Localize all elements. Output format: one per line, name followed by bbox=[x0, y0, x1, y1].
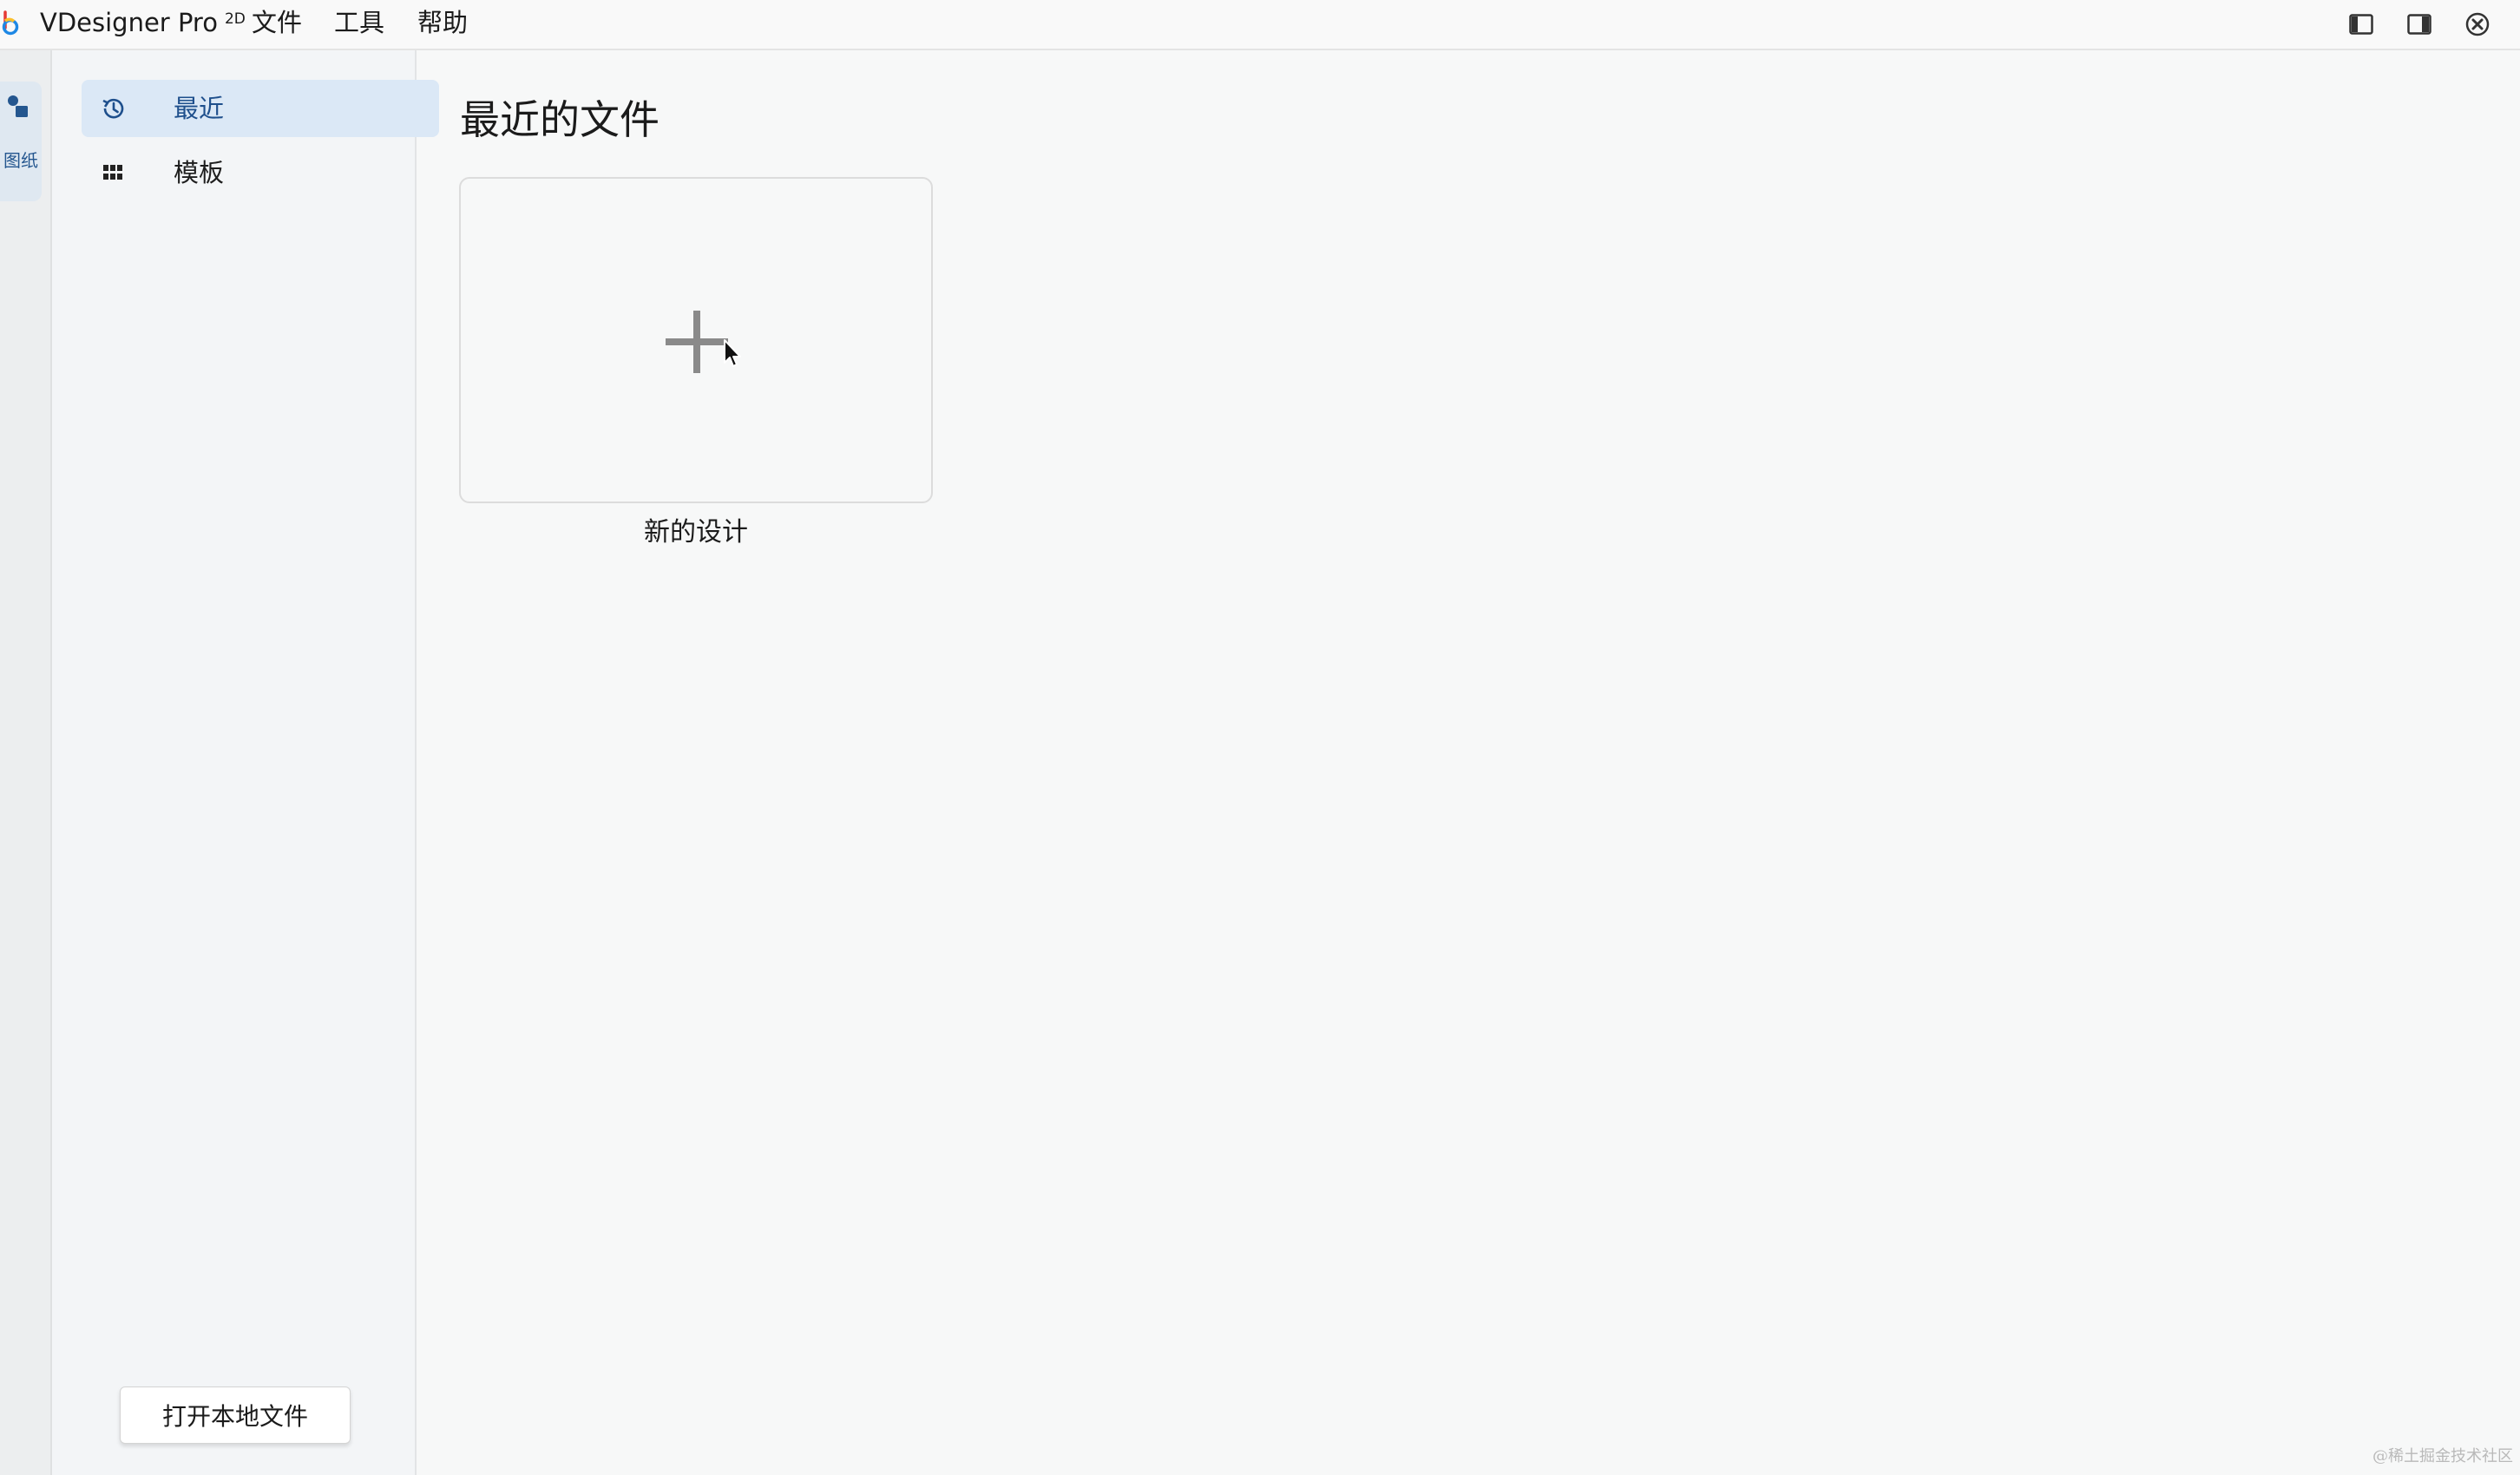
app-name: VDesigner Pro 2D bbox=[40, 8, 246, 37]
toggle-left-panel-icon bbox=[2349, 14, 2373, 35]
plus-icon bbox=[666, 311, 728, 373]
new-design-label: 新的设计 bbox=[644, 517, 748, 547]
toggle-right-panel-button[interactable] bbox=[2403, 8, 2436, 41]
app-edition-badge: 2D bbox=[224, 10, 246, 28]
menu-tools[interactable]: 工具 bbox=[334, 5, 384, 40]
app-logo-icon bbox=[2, 10, 19, 36]
page-title: 最近的文件 bbox=[460, 96, 660, 143]
activity-item-label: 图纸 bbox=[3, 150, 38, 171]
main-content: 最近的文件 新的设计 bbox=[417, 50, 2520, 1475]
grid-icon bbox=[103, 165, 122, 180]
new-design-card[interactable] bbox=[459, 177, 933, 503]
title-bar: VDesigner Pro 2D 文件 工具 帮助 bbox=[0, 0, 2520, 50]
sidebar-item-templates[interactable]: 模板 bbox=[82, 144, 439, 201]
open-local-file-button[interactable]: 打开本地文件 bbox=[120, 1386, 351, 1444]
drawings-icon bbox=[8, 95, 28, 117]
activity-item-drawings[interactable]: 图纸 bbox=[0, 82, 42, 201]
watermark: @稀土掘金技术社区 bbox=[2372, 1447, 2513, 1465]
history-icon bbox=[102, 98, 124, 119]
sidebar-item-recent[interactable]: 最近 bbox=[82, 80, 439, 137]
sidebar: 最近 模板 打开本地文件 bbox=[52, 50, 439, 1475]
sidebar-item-label: 最近 bbox=[174, 94, 225, 123]
toggle-right-panel-icon bbox=[2407, 14, 2431, 35]
sidebar-item-label: 模板 bbox=[174, 158, 225, 187]
menu-file[interactable]: 文件 bbox=[252, 5, 302, 40]
toggle-left-panel-button[interactable] bbox=[2345, 8, 2378, 41]
close-window-button[interactable] bbox=[2461, 8, 2494, 41]
close-icon bbox=[2465, 12, 2490, 36]
mouse-cursor-icon bbox=[724, 339, 741, 367]
menu-help[interactable]: 帮助 bbox=[417, 5, 468, 40]
activity-bar: 图纸 bbox=[0, 50, 52, 1475]
